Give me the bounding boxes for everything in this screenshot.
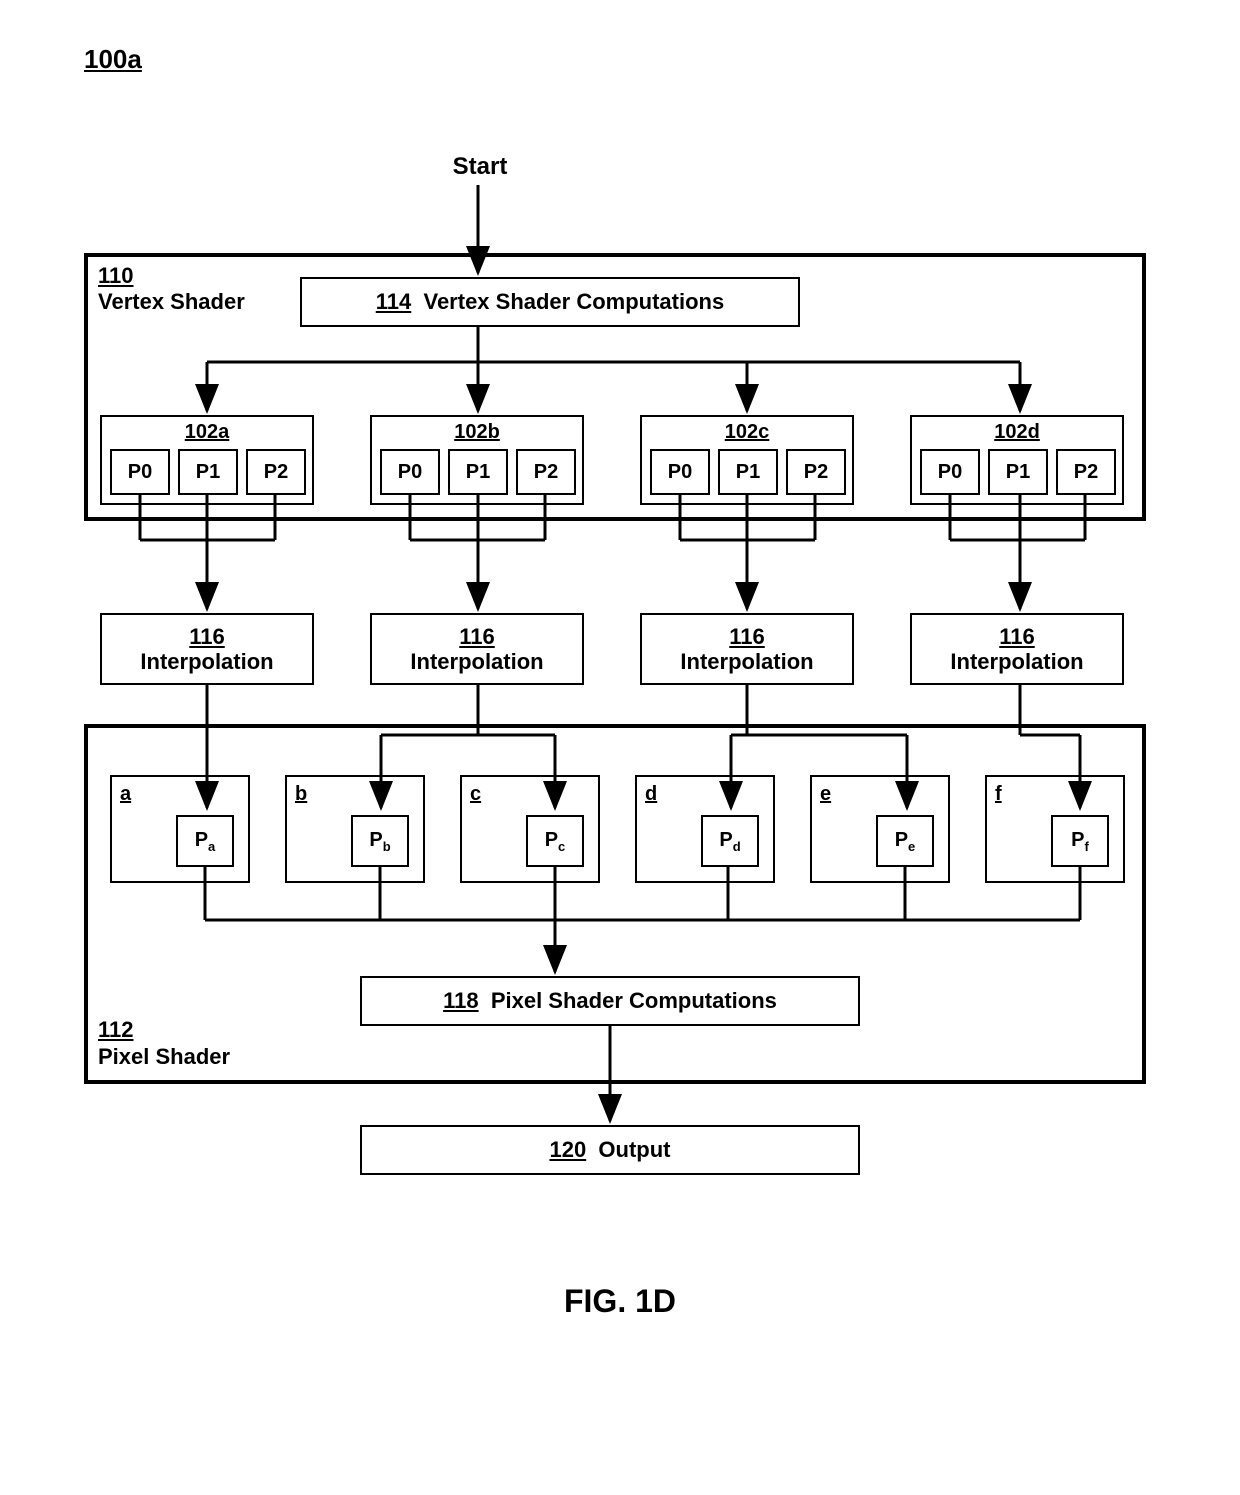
pbox-ref: a [120, 783, 131, 806]
pbox-val: Pf [1051, 815, 1109, 867]
interp-label: Interpolation [410, 649, 543, 674]
pbox-val: Pa [176, 815, 234, 867]
p-cell-p2: P2 [516, 449, 576, 495]
interp-label: Interpolation [140, 649, 273, 674]
interp-box-0: 116 Interpolation [100, 613, 314, 685]
vs-group-102d: 102d P0 P1 P2 [910, 415, 1124, 505]
interp-ref: 116 [729, 624, 765, 649]
pbox-e: e Pe [810, 775, 950, 883]
pbox-val: Pb [351, 815, 409, 867]
vs-group-102b: 102b P0 P1 P2 [370, 415, 584, 505]
interp-box-3: 116 Interpolation [910, 613, 1124, 685]
vs-computations-box: 114 Vertex Shader Computations [300, 277, 800, 327]
pbox-d: d Pd [635, 775, 775, 883]
pbox-b: b Pb [285, 775, 425, 883]
start-label: Start [440, 153, 520, 181]
pbox-ref: e [820, 783, 831, 806]
p-cell-p2: P2 [1056, 449, 1116, 495]
p-cell-p1: P1 [988, 449, 1048, 495]
interp-ref: 116 [189, 624, 225, 649]
pbox-val: Pe [876, 815, 934, 867]
vs-computations-label: Vertex Shader Computations [423, 289, 724, 314]
pbox-a: a Pa [110, 775, 250, 883]
output-ref: 120 [549, 1137, 586, 1162]
p-cell-p2: P2 [246, 449, 306, 495]
figure-id: 100a [84, 44, 142, 75]
output-box: 120 Output [360, 1125, 860, 1175]
vs-computations-ref: 114 [376, 289, 412, 314]
interp-ref: 116 [459, 624, 495, 649]
ps-computations-label: Pixel Shader Computations [491, 988, 777, 1013]
pbox-ref: f [995, 783, 1002, 806]
interp-label: Interpolation [950, 649, 1083, 674]
p-cell-p1: P1 [178, 449, 238, 495]
pixel-shader-label: Pixel Shader [98, 1044, 230, 1069]
interp-box-2: 116 Interpolation [640, 613, 854, 685]
p-cell-p0: P0 [650, 449, 710, 495]
interp-ref: 116 [999, 624, 1035, 649]
pbox-val: Pc [526, 815, 584, 867]
pbox-ref: c [470, 783, 481, 806]
figure-title: FIG. 1D [0, 1283, 1240, 1320]
pbox-c: c Pc [460, 775, 600, 883]
pbox-ref: d [645, 783, 657, 806]
vs-group-ref: 102b [372, 421, 582, 444]
pixel-shader-header: 112 Pixel Shader [98, 1017, 230, 1070]
p-cell-p0: P0 [380, 449, 440, 495]
vertex-shader-header: 110 Vertex Shader [98, 263, 245, 316]
interp-box-1: 116 Interpolation [370, 613, 584, 685]
vs-group-102c: 102c P0 P1 P2 [640, 415, 854, 505]
vs-group-ref: 102a [102, 421, 312, 444]
p-cell-p1: P1 [718, 449, 778, 495]
p-cell-p1: P1 [448, 449, 508, 495]
vs-group-102a: 102a P0 P1 P2 [100, 415, 314, 505]
p-cell-p0: P0 [920, 449, 980, 495]
interp-label: Interpolation [680, 649, 813, 674]
vs-group-ref: 102d [912, 421, 1122, 444]
pbox-val: Pd [701, 815, 759, 867]
ps-computations-box: 118 Pixel Shader Computations [360, 976, 860, 1026]
pbox-f: f Pf [985, 775, 1125, 883]
pixel-shader-ref: 112 [98, 1017, 134, 1042]
ps-computations-ref: 118 [443, 988, 479, 1013]
output-label: Output [598, 1137, 670, 1162]
p-cell-p2: P2 [786, 449, 846, 495]
vertex-shader-ref: 110 [98, 263, 134, 288]
pbox-ref: b [295, 783, 307, 806]
p-cell-p0: P0 [110, 449, 170, 495]
vertex-shader-label: Vertex Shader [98, 289, 245, 314]
vs-group-ref: 102c [642, 421, 852, 444]
